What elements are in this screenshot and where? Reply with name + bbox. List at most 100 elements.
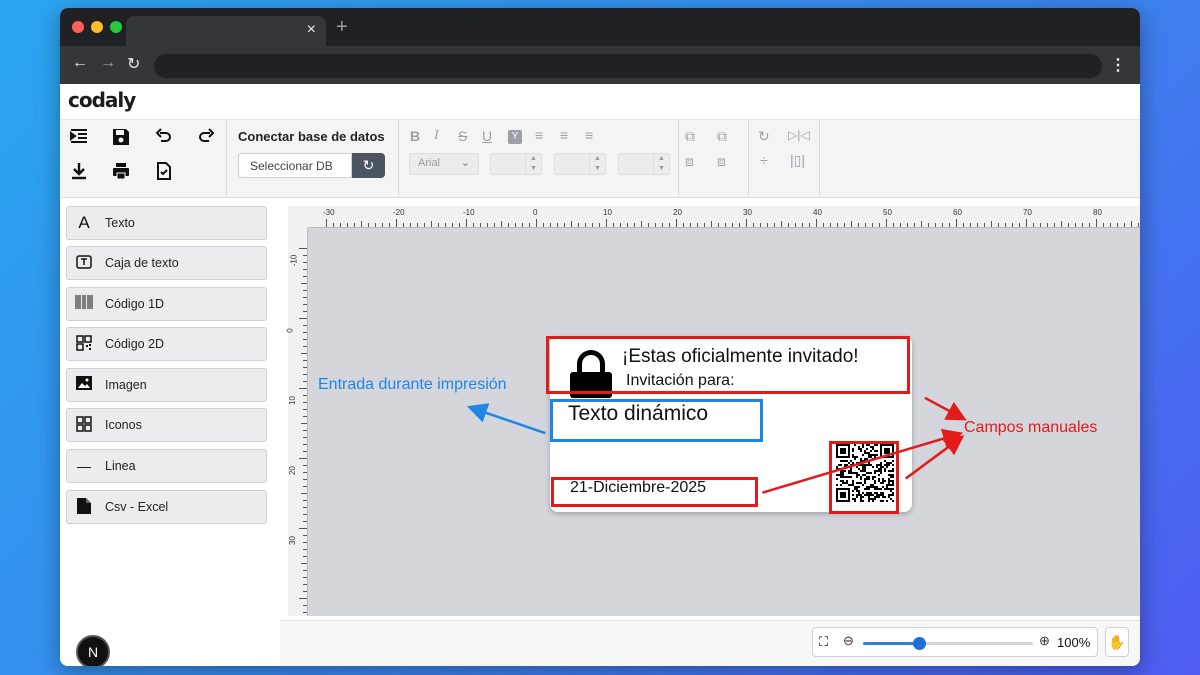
file-check-icon[interactable] <box>153 162 175 185</box>
maximize-window-button[interactable] <box>110 21 122 33</box>
app-logo[interactable]: codaly <box>68 85 136 112</box>
sidebar-item-texto[interactable]: A Texto <box>66 206 267 240</box>
browser-tab[interactable]: × <box>126 16 326 46</box>
forward-button[interactable]: → <box>100 54 116 72</box>
textbox-icon <box>75 254 93 274</box>
font-select[interactable]: Arial ⌄ <box>409 153 479 175</box>
close-window-button[interactable] <box>72 21 84 33</box>
zoom-in-icon[interactable]: ⊕ <box>1039 633 1050 649</box>
qr-icon <box>75 335 93 355</box>
ruler-corner <box>288 206 308 228</box>
sidebar-item-linea[interactable]: — Linea <box>66 449 267 483</box>
download-icon[interactable] <box>68 162 90 185</box>
increment-icon[interactable]: ▲ <box>525 154 541 164</box>
ruler-tick <box>480 223 481 227</box>
send-backward-icon[interactable]: ⧉ <box>717 128 727 145</box>
ruler-tick <box>303 297 307 298</box>
decrement-icon[interactable]: ▼ <box>589 164 605 174</box>
ruler-tick <box>1075 223 1076 227</box>
db-select[interactable]: Seleccionar DB <box>238 153 352 178</box>
italic-icon[interactable]: I <box>434 128 439 144</box>
increment-icon[interactable]: ▲ <box>653 154 669 164</box>
align-left-icon[interactable]: ≡ <box>535 127 543 143</box>
ruler-tick <box>935 223 936 227</box>
ruler-tick <box>303 479 307 480</box>
sidebar-item-codigo-1d[interactable]: Código 1D <box>66 287 267 321</box>
decrement-icon[interactable]: ▼ <box>525 164 541 174</box>
flip-horizontal-icon[interactable]: ▷|◁ <box>788 128 810 142</box>
ruler-tick <box>303 605 307 606</box>
toolbar-divider <box>678 120 679 198</box>
ruler-tick <box>403 223 404 227</box>
ruler-tick <box>522 223 523 227</box>
ruler-tick <box>1040 223 1041 227</box>
spacing-input[interactable]: ▲ ▼ <box>554 153 606 175</box>
increment-icon[interactable]: ▲ <box>589 154 605 164</box>
bold-icon[interactable]: B <box>410 128 420 144</box>
sidebar-item-iconos[interactable]: Iconos <box>66 408 267 442</box>
align-right-icon[interactable]: ≡ <box>585 127 593 143</box>
sidebar-item-label: Linea <box>105 459 136 473</box>
ruler-tick <box>900 223 901 227</box>
underline-icon[interactable]: U <box>482 128 492 144</box>
ruler-tick <box>299 248 307 249</box>
ruler-tick <box>303 430 307 431</box>
ruler-tick <box>333 223 334 227</box>
ruler-tick <box>606 219 607 227</box>
reload-button[interactable]: ↻ <box>127 54 140 74</box>
fit-screen-icon[interactable]: ⛶ <box>819 634 828 650</box>
new-tab-button[interactable]: + <box>336 16 348 39</box>
bring-to-front-icon[interactable]: ⧈ <box>685 153 694 170</box>
ruler-tick <box>956 219 957 227</box>
sidebar-item-caja-de-texto[interactable]: Caja de texto <box>66 246 267 280</box>
print-icon[interactable] <box>110 162 132 185</box>
align-center-icon[interactable]: ≡ <box>560 127 568 143</box>
ruler-tick <box>431 221 432 227</box>
distribute-vertical-icon[interactable]: ÷ <box>760 152 768 168</box>
address-bar[interactable] <box>154 54 1102 78</box>
db-refresh-button[interactable]: ↻ <box>352 153 385 178</box>
distribute-horizontal-icon[interactable]: |▯| <box>790 152 805 169</box>
bring-forward-icon[interactable]: ⧉ <box>685 128 695 145</box>
ruler-tick <box>774 223 775 227</box>
send-to-back-icon[interactable]: ⧈ <box>717 153 726 170</box>
connect-db-title: Conectar base de datos <box>238 129 385 144</box>
indent-icon[interactable] <box>68 128 90 151</box>
pan-hand-icon[interactable]: ✋ <box>1105 627 1129 657</box>
rotate-icon[interactable]: ↻ <box>758 128 770 145</box>
sidebar-item-imagen[interactable]: Imagen <box>66 368 267 402</box>
browser-menu-icon[interactable]: ⋮ <box>1110 55 1126 75</box>
manual-field-highlight <box>829 441 899 514</box>
dev-badge[interactable]: N <box>76 635 110 666</box>
ruler-tick <box>557 223 558 227</box>
design-workarea[interactable]: -30 -20 -10 0 10 20 30 40 50 60 70 80 -10 0 10 20 30 ¡E… <box>286 206 1140 616</box>
line-height-input[interactable]: ▲ ▼ <box>618 153 670 175</box>
font-select-value: Arial <box>418 157 441 169</box>
ruler-tick <box>303 395 307 396</box>
font-size-input[interactable]: ▲ ▼ <box>490 153 542 175</box>
ruler-tick <box>1012 223 1013 227</box>
ruler-tick <box>459 223 460 227</box>
ruler-tick <box>1117 223 1118 227</box>
tab-close-icon[interactable]: × <box>307 21 316 39</box>
strikethrough-icon[interactable]: S <box>458 128 467 144</box>
highlight-icon[interactable]: Y <box>508 130 522 144</box>
zoom-slider-thumb[interactable] <box>913 637 927 650</box>
ruler-tick <box>578 223 579 227</box>
zoom-out-icon[interactable]: ⊖ <box>843 633 854 649</box>
sidebar-item-codigo-2d[interactable]: Código 2D <box>66 327 267 361</box>
ruler-tick <box>438 223 439 227</box>
back-button[interactable]: ← <box>72 54 88 72</box>
undo-icon[interactable] <box>153 128 175 151</box>
save-icon[interactable] <box>110 128 132 151</box>
ruler-tick <box>837 223 838 227</box>
ruler-tick <box>725 223 726 227</box>
zoom-slider[interactable] <box>863 637 1033 650</box>
redo-icon[interactable] <box>195 128 217 151</box>
minimize-window-button[interactable] <box>91 21 103 33</box>
decrement-icon[interactable]: ▼ <box>653 164 669 174</box>
ruler-tick <box>301 423 307 424</box>
print-input-annotation: Entrada durante impresión <box>318 376 507 393</box>
sidebar-item-csv-excel[interactable]: Csv - Excel <box>66 490 267 524</box>
sidebar-item-label: Iconos <box>105 418 142 432</box>
